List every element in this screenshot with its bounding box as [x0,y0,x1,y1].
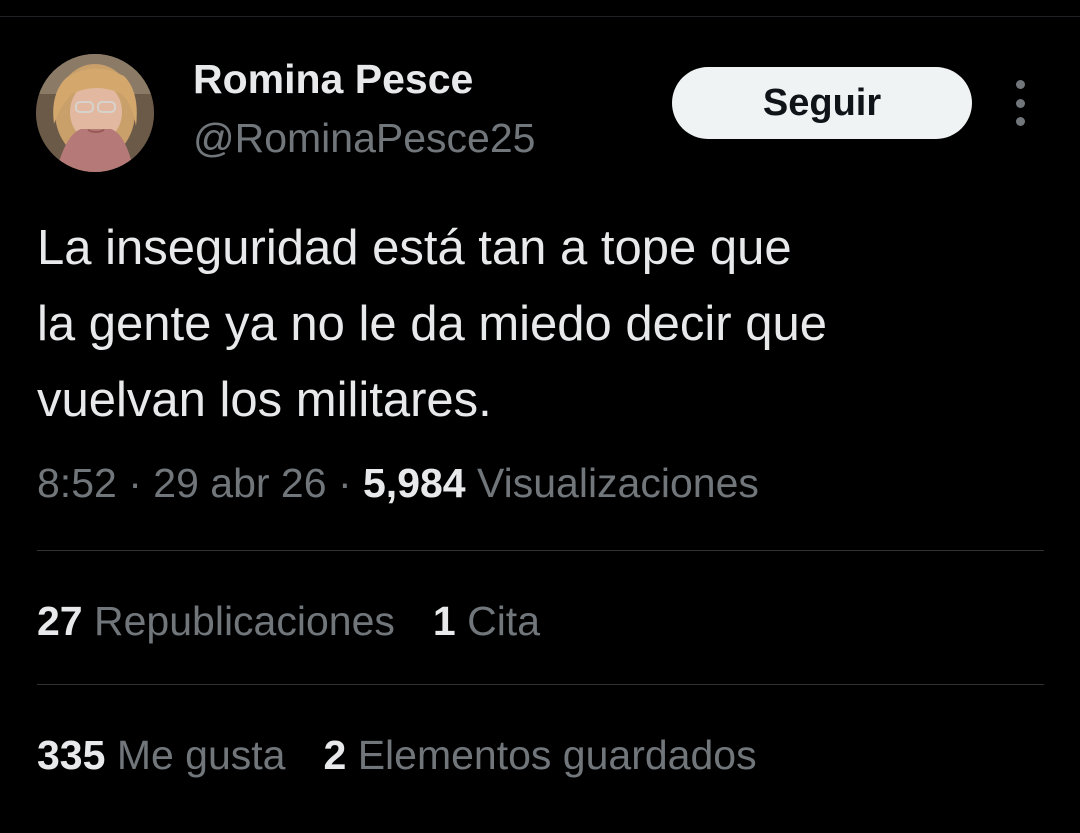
likes-count: 335 [37,732,106,778]
stats-row: 27 Republicaciones 1 Cita [37,598,540,645]
reposts-stat[interactable]: 27 Republicaciones [37,598,395,645]
bookmarks-count: 2 [323,732,347,778]
quotes-label: Cita [467,598,541,644]
author-handle[interactable]: @RominaPesce25 [193,115,535,162]
bookmarks-stat[interactable]: 2 Elementos guardados [323,732,756,779]
author-name[interactable]: Romina Pesce [193,56,473,103]
stats-row: 335 Me gusta 2 Elementos guardados [37,732,757,779]
follow-button[interactable]: Seguir [672,67,972,139]
tweet-line: vuelvan los militares. [37,373,492,427]
more-vertical-icon[interactable] [1005,80,1035,126]
quotes-count: 1 [432,598,456,644]
views-count: 5,984 [363,460,466,506]
meta-separator: · [337,460,352,506]
tweet-date[interactable]: 29 abr 26 [153,460,326,506]
likes-stat[interactable]: 335 Me gusta [37,732,285,779]
divider [37,684,1044,685]
avatar-image [36,54,154,172]
tweet-time[interactable]: 8:52 [37,460,117,506]
reposts-label: Republicaciones [94,598,395,644]
meta-separator: · [128,460,142,506]
tweet-meta: 8:52 · 29 abr 26 · 5,984 Visualizaciones [37,460,759,507]
views-label: Visualizaciones [477,460,759,506]
reposts-count: 27 [37,598,83,644]
quotes-stat[interactable]: 1 Cita [433,598,540,645]
tweet-line: la gente ya no le da miedo decir que [37,297,827,351]
tweet-line: La inseguridad está tan a tope que [37,221,792,275]
avatar[interactable] [36,54,154,172]
tweet-text: La inseguridad está tan a tope que la ge… [37,210,1047,438]
bookmarks-label: Elementos guardados [357,732,757,778]
likes-label: Me gusta [116,732,286,778]
divider [37,550,1044,551]
top-divider [0,16,1080,17]
